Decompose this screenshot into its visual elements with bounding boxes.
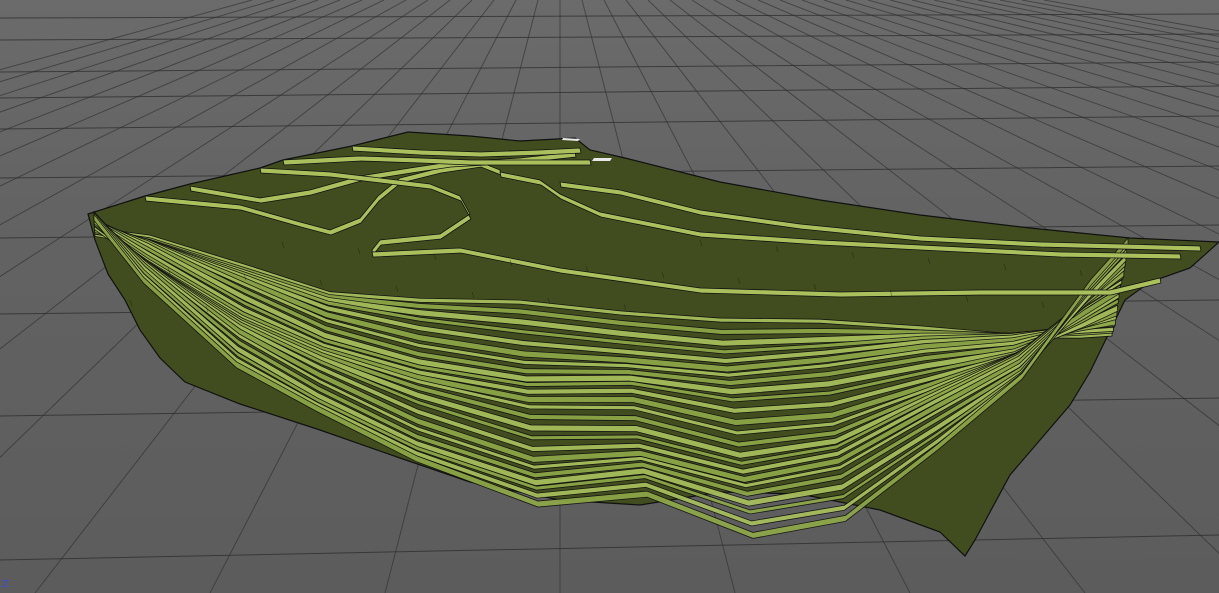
grid-line [0, 115, 1219, 130]
marker [592, 158, 612, 161]
viewport-scene[interactable] [0, 0, 1219, 593]
grid-line [0, 61, 1219, 73]
3d-viewport[interactable]: Z [0, 0, 1219, 593]
terrain-model[interactable] [87, 131, 1219, 557]
axis-indicator: Z [2, 579, 9, 590]
grid-line [0, 534, 1219, 561]
grid-line [0, 85, 1219, 99]
